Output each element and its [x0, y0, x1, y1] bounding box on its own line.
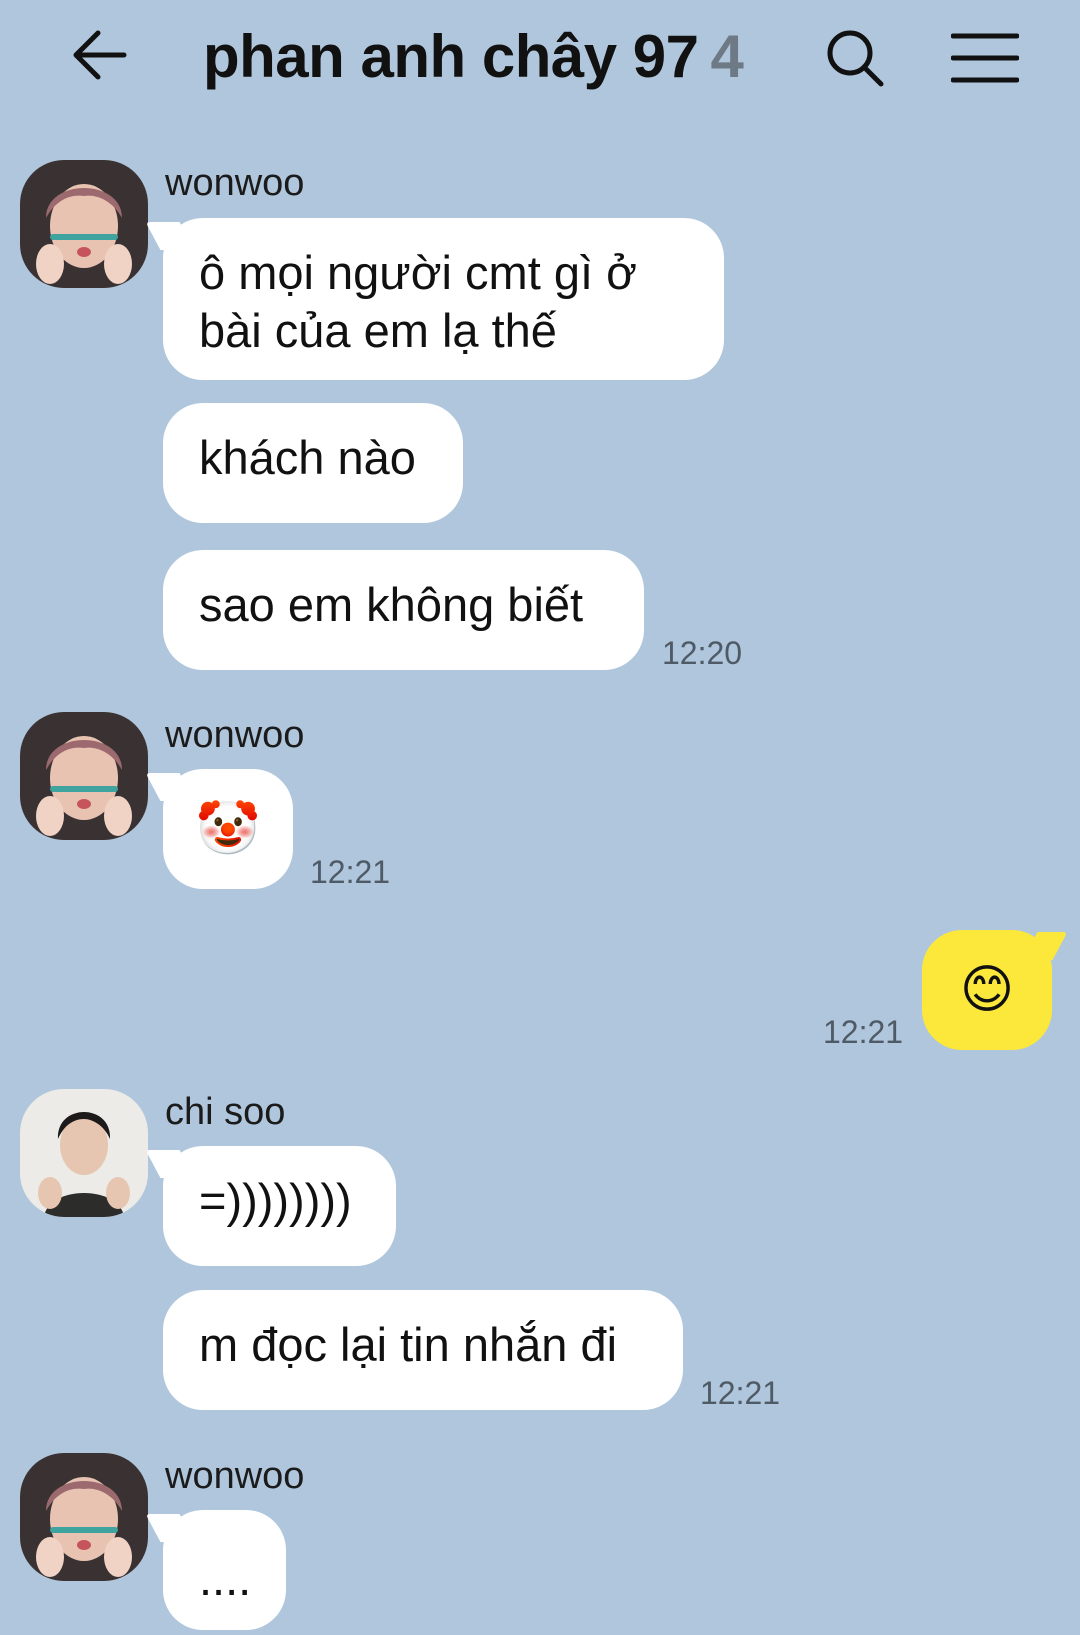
menu-button[interactable] — [945, 18, 1025, 98]
profile-photo — [20, 1453, 148, 1581]
chat-title: phan anh chây 97 4 — [203, 22, 744, 91]
back-button[interactable] — [60, 20, 140, 90]
profile-photo — [20, 160, 148, 288]
message-bubble[interactable]: =)))))))) — [163, 1146, 396, 1266]
avatar-wonwoo[interactable] — [20, 712, 148, 840]
message-time: 12:21 — [700, 1375, 781, 1411]
search-icon — [827, 30, 884, 87]
avatar-wonwoo[interactable] — [20, 1453, 148, 1581]
chat-room-name: phan anh chây 97 — [203, 23, 699, 90]
arrow-left-icon — [73, 30, 127, 80]
avatar-wonwoo[interactable] — [20, 160, 148, 288]
message-bubble[interactable]: ô mọi người cmt gì ở bài của em lạ thế — [163, 218, 724, 380]
message-bubble[interactable]: khách nào — [163, 403, 463, 523]
message-bubble[interactable]: sao em không biết — [163, 550, 644, 670]
message-time: 12:21 — [310, 854, 391, 890]
hamburger-menu-icon — [951, 33, 1019, 83]
sender-name: wonwoo — [165, 1455, 305, 1497]
emoji-message-clown[interactable]: 🤡 — [163, 769, 293, 889]
message-time: 12:20 — [662, 635, 743, 671]
profile-photo — [20, 1089, 148, 1217]
chat-header: phan anh chây 97 4 — [0, 0, 1080, 120]
message-time: 12:21 — [823, 1014, 904, 1050]
emoji-message-smile[interactable]: 😊 — [922, 930, 1052, 1050]
search-button[interactable] — [815, 18, 895, 98]
sender-name: wonwoo — [165, 162, 305, 204]
message-bubble[interactable]: .... — [163, 1510, 286, 1630]
member-count: 4 — [710, 23, 744, 90]
message-bubble[interactable]: m đọc lại tin nhắn đi — [163, 1290, 683, 1410]
sender-name: wonwoo — [165, 714, 305, 756]
profile-photo — [20, 712, 148, 840]
avatar-chi-soo[interactable] — [20, 1089, 148, 1217]
sender-name: chi soo — [165, 1091, 286, 1133]
